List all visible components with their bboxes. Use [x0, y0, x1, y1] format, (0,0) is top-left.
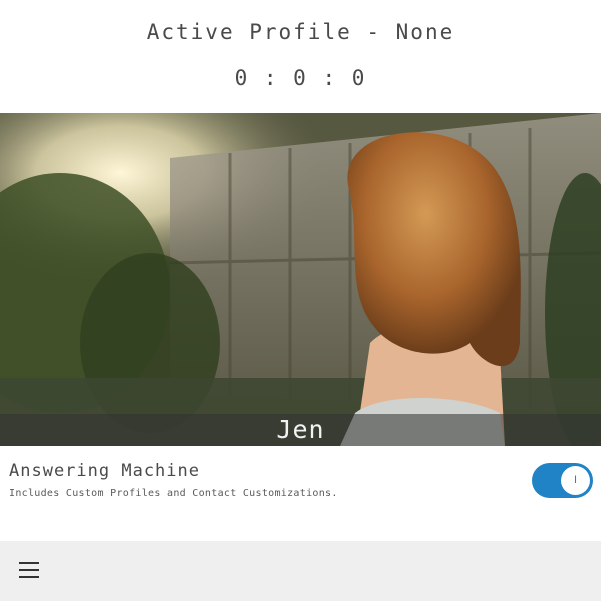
- active-profile-label: Active Profile - None: [146, 20, 455, 44]
- profile-photo-card[interactable]: Jen: [0, 113, 601, 446]
- toggle-knob: I: [561, 466, 590, 495]
- timer-readout: 0 : 0 : 0: [234, 66, 367, 90]
- profile-name: Jen: [276, 415, 325, 444]
- bottom-bar: [0, 541, 601, 601]
- header: Active Profile - None 0 : 0 : 0: [0, 0, 601, 113]
- answering-machine-toggle[interactable]: I: [532, 463, 593, 498]
- hamburger-menu-icon[interactable]: [17, 560, 43, 582]
- setting-description: Includes Custom Profiles and Contact Cus…: [9, 488, 338, 499]
- answering-machine-setting: Answering Machine Includes Custom Profil…: [0, 446, 601, 541]
- setting-title: Answering Machine: [9, 461, 200, 481]
- profile-photo: [0, 113, 601, 446]
